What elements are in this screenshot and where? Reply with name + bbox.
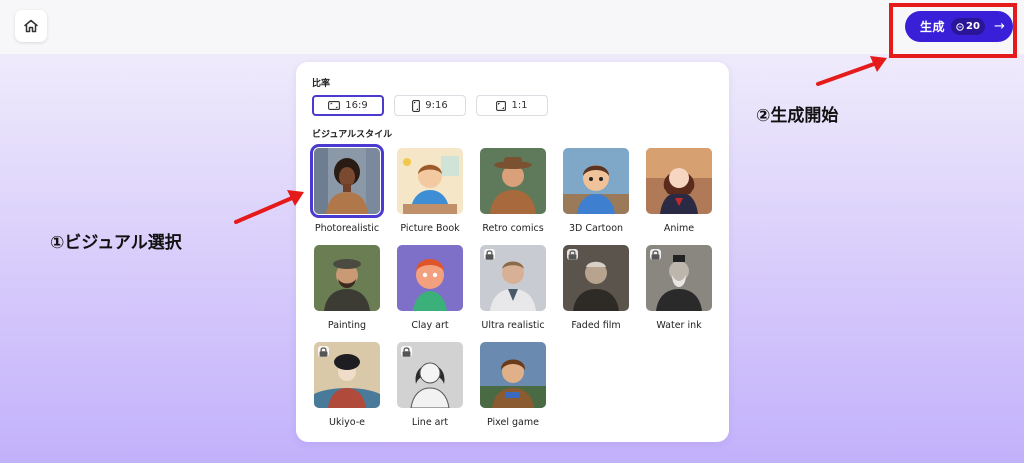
lock-icon <box>484 249 495 260</box>
style-card-painting[interactable]: Painting <box>312 245 382 331</box>
portrait-image <box>646 148 712 214</box>
style-thumbnail <box>563 245 629 311</box>
ratio-option-1-1[interactable]: 1:1 <box>476 95 548 116</box>
style-thumbnail <box>563 148 629 214</box>
portrait-image <box>314 148 380 214</box>
style-thumbnail <box>480 148 546 214</box>
style-label: Photorealistic <box>314 223 380 234</box>
ratio-option-16-9[interactable]: 16:9 <box>312 95 384 116</box>
style-card-3d-cartoon[interactable]: 3D Cartoon <box>561 148 631 234</box>
style-thumbnail <box>480 342 546 408</box>
annotation-arrow-2 <box>816 56 887 86</box>
style-label: Clay art <box>411 320 449 331</box>
style-card-pixel-game[interactable]: Pixel game <box>478 342 548 428</box>
portrait-image <box>563 148 629 214</box>
settings-panel: 比率 16:9 9:16 1:1 ビジュアルスタイル Photorealisti… <box>296 62 729 442</box>
style-label: Faded film <box>571 320 621 331</box>
annotation-step-1: ①ビジュアル選択 <box>50 233 182 253</box>
style-label: Retro comics <box>482 223 544 234</box>
style-thumbnail <box>310 144 384 218</box>
landscape-ratio-icon <box>328 101 341 110</box>
credit-badge: 20 <box>951 18 985 35</box>
style-thumbnail <box>397 245 463 311</box>
style-thumbnail <box>397 342 463 408</box>
style-thumbnail <box>397 148 463 214</box>
ratio-label: 1:1 <box>511 100 528 111</box>
style-thumbnail <box>646 245 712 311</box>
portrait-image <box>480 342 546 408</box>
style-label: 3D Cartoon <box>568 223 624 234</box>
home-icon <box>24 19 38 33</box>
coin-icon <box>956 22 964 31</box>
lock-icon <box>650 249 661 260</box>
style-label: Picture Book <box>400 223 460 234</box>
style-card-line-art[interactable]: Line art <box>395 342 465 428</box>
style-card-water-ink[interactable]: Water ink <box>644 245 714 331</box>
style-label: Painting <box>327 320 367 331</box>
style-thumbnail <box>314 342 380 408</box>
portrait-image <box>397 148 463 214</box>
home-button[interactable] <box>15 10 47 42</box>
lock-icon <box>567 249 578 260</box>
ratio-label: 9:16 <box>425 100 448 111</box>
lock-icon <box>318 346 329 357</box>
annotation-step-2: ②生成開始 <box>756 106 839 126</box>
style-section-title: ビジュアルスタイル <box>312 130 393 140</box>
portrait-image <box>480 148 546 214</box>
generate-label: 生成 <box>920 20 946 34</box>
style-thumbnail <box>646 148 712 214</box>
style-label: Ultra realistic <box>481 320 545 331</box>
style-label: Pixel game <box>487 417 539 428</box>
ratio-section-title: 比率 <box>312 79 331 89</box>
style-label: Ukiyo-e <box>329 417 365 428</box>
style-card-faded-film[interactable]: Faded film <box>561 245 631 331</box>
style-thumbnail <box>480 245 546 311</box>
portrait-image <box>397 245 463 311</box>
style-card-photorealistic[interactable]: Photorealistic <box>310 144 384 234</box>
style-card-ultra-realistic[interactable]: Ultra realistic <box>478 245 548 331</box>
style-label: Anime <box>663 223 695 234</box>
portrait-image <box>314 245 380 311</box>
style-card-clay-art[interactable]: Clay art <box>395 245 465 331</box>
credit-count: 20 <box>966 21 980 32</box>
ratio-label: 16:9 <box>345 100 368 111</box>
style-label: Line art <box>411 417 449 428</box>
style-card-retro-comics[interactable]: Retro comics <box>478 148 548 234</box>
lock-icon <box>401 346 412 357</box>
style-thumbnail <box>314 245 380 311</box>
generate-button[interactable]: 生成 20 → <box>905 11 1013 42</box>
style-card-ukiyo-e[interactable]: Ukiyo-e <box>312 342 382 428</box>
top-bar <box>0 0 1024 54</box>
annotation-arrow-1 <box>234 190 304 224</box>
ratio-option-9-16[interactable]: 9:16 <box>394 95 466 116</box>
style-label: Water ink <box>656 320 702 331</box>
portrait-ratio-icon <box>412 99 421 112</box>
style-card-anime[interactable]: Anime <box>644 148 714 234</box>
square-ratio-icon <box>496 100 507 111</box>
style-card-picture-book[interactable]: Picture Book <box>395 148 465 234</box>
arrow-right-icon: → <box>993 19 1005 34</box>
